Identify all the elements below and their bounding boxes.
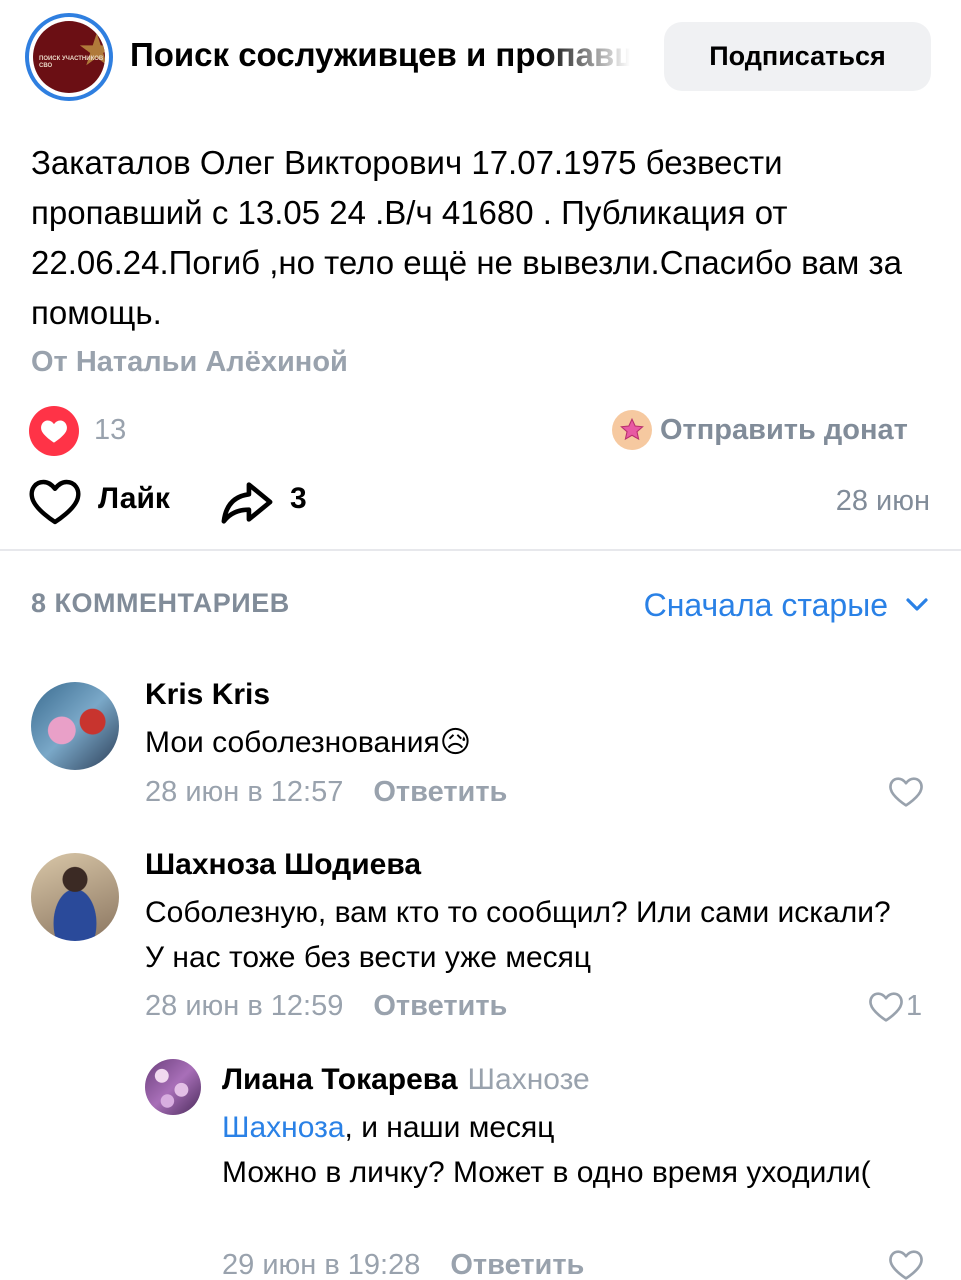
post-actions: Лайк 3 28 июн (0, 472, 961, 532)
group-avatar[interactable]: ★ ПОИСК УЧАСТНИКОВ СВО (25, 13, 113, 101)
post-header: ★ ПОИСК УЧАСТНИКОВ СВО Поиск сослуживцев… (0, 0, 961, 115)
group-logo: ★ ПОИСК УЧАСТНИКОВ СВО (33, 21, 105, 93)
post-date: 28 июн (835, 485, 930, 517)
group-title[interactable]: Поиск сослуживцев и пропавших (130, 36, 630, 80)
comment-text-part: , и наши месяц (344, 1111, 555, 1144)
shares-count[interactable]: 3 (290, 482, 307, 516)
post-text: Закаталов Олег Викторович 17.07.1975 без… (31, 144, 902, 331)
like-button[interactable]: Лайк (98, 482, 170, 516)
comment-time: 28 июн в 12:57 (145, 776, 344, 808)
heart-outline-icon[interactable] (888, 776, 924, 808)
comment-like-button[interactable]: 1 (868, 990, 922, 1023)
reactions-row: 13 Отправить донат (0, 403, 961, 459)
comment-author[interactable]: Лиана Токарева (222, 1063, 458, 1096)
comment-text: Шахноза, и наши месяц Можно в личку? Може… (222, 1105, 922, 1195)
comments-header: 8 КОММЕНТАРИЕВ Сначала старые (0, 580, 961, 630)
post-author[interactable]: От Натальи Алёхиной (31, 346, 348, 379)
comments-sort-select[interactable]: Сначала старые (644, 582, 930, 628)
reply-button[interactable]: Ответить (373, 776, 507, 808)
reply-to-label[interactable]: Шахнозе (468, 1063, 590, 1096)
heart-filled-icon[interactable] (29, 406, 79, 456)
comment-reply-item: Лиана Токарева Шахнозе Шахноза, и наши ме… (0, 1055, 961, 1280)
share-icon[interactable] (220, 478, 274, 526)
reply-button[interactable]: Ответить (450, 1249, 584, 1280)
subscribe-button[interactable]: Подписаться (664, 22, 931, 91)
donate-star-icon[interactable] (612, 410, 652, 450)
heart-outline-icon[interactable] (868, 991, 904, 1023)
sort-label[interactable]: Сначала старые (644, 587, 888, 624)
comments-count: 8 КОММЕНТАРИЕВ (31, 588, 290, 618)
comment-like-button[interactable] (888, 1249, 924, 1280)
comment-text: Соболезную, вам кто то сообщил? Или сами… (145, 896, 891, 974)
avatar[interactable] (31, 682, 119, 770)
comment-meta: 28 июн в 12:59 Ответить (145, 990, 507, 1023)
avatar[interactable] (145, 1059, 201, 1115)
comment-text-part: Можно в личку? Может в одно время уходил… (222, 1156, 871, 1189)
comment-meta: 28 июн в 12:57 Ответить (145, 776, 507, 809)
chevron-down-icon[interactable] (904, 595, 930, 615)
divider (0, 549, 961, 551)
comment-author[interactable]: Шахноза Шодиева (145, 848, 421, 882)
donate-button[interactable]: Отправить донат (660, 414, 908, 447)
heart-outline-icon[interactable] (888, 1249, 924, 1280)
comment-text: Мои соболезнования😥 (145, 726, 472, 759)
group-logo-text: ПОИСК УЧАСТНИКОВ СВО (39, 56, 104, 69)
comment-meta: 29 июн в 19:28 Ответить (222, 1249, 584, 1280)
likes-count[interactable]: 13 (94, 414, 126, 447)
reply-button[interactable]: Ответить (373, 990, 507, 1022)
comment-like-button[interactable] (888, 776, 924, 808)
comment-time: 28 июн в 12:59 (145, 990, 344, 1022)
comment-time: 29 июн в 19:28 (222, 1249, 421, 1280)
comment-author[interactable]: Kris Kris (145, 678, 270, 712)
heart-outline-icon[interactable] (29, 478, 81, 526)
comment-likes-count[interactable]: 1 (906, 990, 922, 1023)
mention-link[interactable]: Шахноза (222, 1111, 345, 1144)
comment-item: Kris Kris Мои соболезнования😥 28 июн в 1… (0, 670, 961, 820)
avatar[interactable] (31, 853, 119, 941)
comment-author-line: Лиана Токарева Шахнозе (222, 1063, 590, 1097)
comment-item: Шахноза Шодиева Соболезную, вам кто то с… (0, 840, 961, 1030)
